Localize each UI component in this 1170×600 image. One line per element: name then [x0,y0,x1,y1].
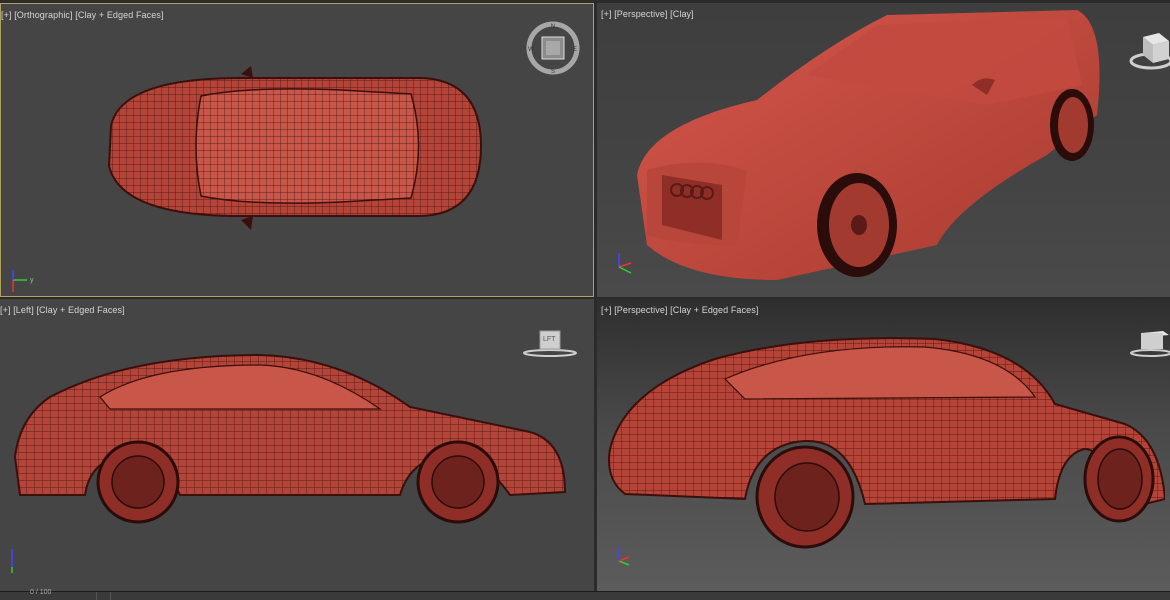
viewport-left[interactable]: [+] [Left] [Clay + Edged Faces] LFT [0,299,594,591]
viewport-perspective-edged[interactable]: [+] [Perspective] [Clay + Edged Faces] [597,299,1170,591]
viewport-label: [+] [Left] [Clay + Edged Faces] [0,305,125,315]
car-side-view-mesh[interactable] [10,347,570,527]
front-wheel [1083,435,1155,523]
viewport-shading-menu[interactable]: [Clay + Edged Faces] [75,10,163,20]
viewport-menu-plus[interactable]: [+] [601,9,612,19]
viewport-shading-menu[interactable]: [Clay + Edged Faces] [670,305,758,315]
car-perspective-mesh[interactable] [605,329,1165,549]
view-cube-face-label: LFT [543,336,556,343]
viewport-menu-plus[interactable]: [+] [0,305,11,315]
front-wheel [416,440,500,524]
svg-text:W: W [528,47,534,53]
front-wheel [817,173,897,277]
viewport-point-of-view-menu[interactable]: [Left] [13,305,34,315]
timeline-frame-counter: 0 / 100 [30,589,52,596]
svg-text:S: S [551,69,555,75]
view-cube-icon[interactable]: N W E S [525,20,581,76]
svg-text:N: N [551,24,555,30]
viewport-menu-plus[interactable]: [+] [1,10,12,20]
svg-text:y: y [30,277,34,284]
car-clay-render[interactable] [627,5,1107,290]
viewport-shading-menu[interactable]: [Clay + Edged Faces] [36,305,124,315]
rear-wheel [96,440,180,524]
viewport-menu-plus[interactable]: [+] [601,305,612,315]
viewport-label: [+] [Perspective] [Clay + Edged Faces] [601,305,758,315]
view-cube-icon[interactable] [1125,29,1170,73]
viewport-point-of-view-menu[interactable]: [Orthographic] [14,10,72,20]
viewport-orthographic[interactable]: [+] [Orthographic] [Clay + Edged Faces] … [0,3,594,297]
svg-text:E: E [573,47,577,53]
car-top-view-mesh[interactable] [91,66,491,236]
rear-wheel [1050,89,1094,161]
axis-tripod-icon [11,549,13,573]
viewport-perspective-clay[interactable]: [+] [Perspective] [Clay] [597,3,1170,297]
rear-wheel [755,445,855,549]
axis-tripod-icon: y [12,270,34,292]
viewport-label: [+] [Orthographic] [Clay + Edged Faces] [1,10,164,20]
viewport-point-of-view-menu[interactable]: [Perspective] [614,305,667,315]
